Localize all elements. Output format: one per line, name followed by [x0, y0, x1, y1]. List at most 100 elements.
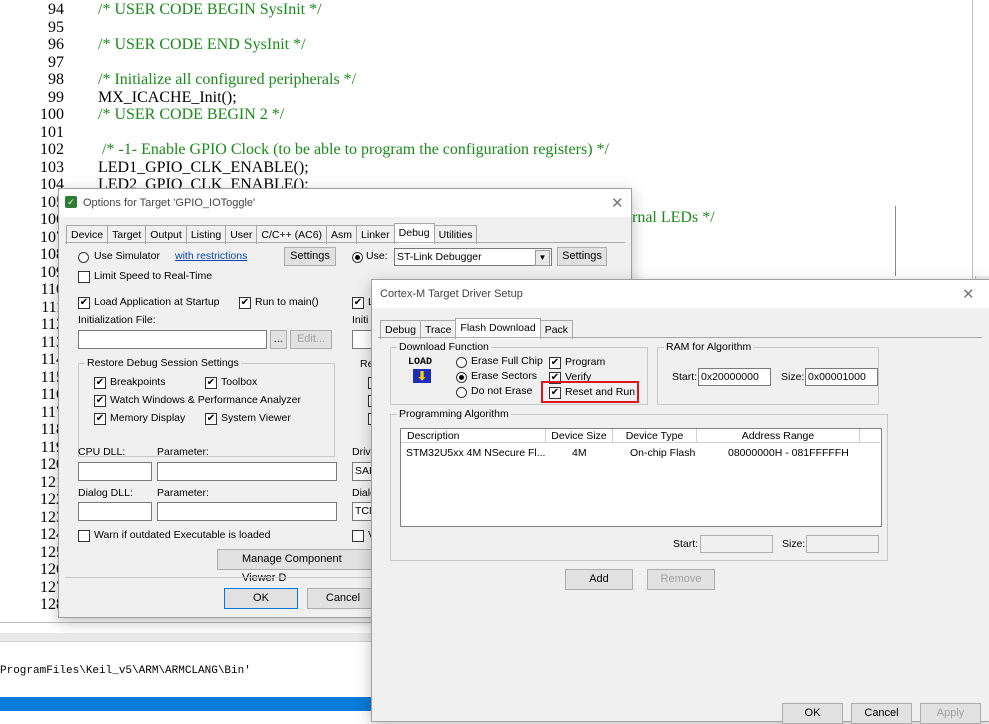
- dialog-parameter-input[interactable]: [157, 502, 337, 521]
- options-tab-debug[interactable]: Debug: [393, 223, 435, 244]
- close-icon[interactable]: ✕: [962, 285, 975, 303]
- erase-full-chip-label: Erase Full Chip: [471, 355, 543, 367]
- cpu-parameter-input[interactable]: [157, 462, 337, 481]
- cpu-dll-label: CPU DLL:: [78, 446, 126, 458]
- line-number: 117: [40, 403, 64, 421]
- download-arrow-icon: ⬇: [413, 369, 431, 383]
- ram-start-label: Start:: [672, 371, 698, 383]
- edit-init-file-button[interactable]: Edit...: [290, 330, 332, 349]
- memory-display-checkbox[interactable]: ✔: [94, 413, 106, 425]
- line-number: 128: [40, 596, 64, 613]
- program-label: Program: [565, 356, 606, 368]
- debugger-settings-button[interactable]: Settings: [557, 247, 607, 266]
- line-number: 100: [40, 106, 64, 123]
- code-line: /* USER CODE END SysInit */: [98, 36, 306, 53]
- code-line: LED1_GPIO_CLK_ENABLE();: [98, 158, 309, 176]
- options-ok-button[interactable]: OK: [224, 588, 298, 609]
- cpu-dll-input[interactable]: [78, 462, 152, 481]
- cortex-dialog-title: Cortex-M Target Driver Setup: [380, 288, 523, 300]
- column-address-range[interactable]: Address Range: [697, 429, 860, 443]
- debugger-select-value: ST-Link Debugger: [397, 251, 482, 263]
- with-restrictions-link[interactable]: with restrictions: [175, 250, 247, 262]
- do-not-erase-label: Do not Erase: [471, 385, 533, 397]
- ram-size-input[interactable]: 0x00001000: [805, 368, 878, 386]
- initialization-file-label: Initialization File:: [78, 314, 156, 326]
- line-number: 102: [40, 141, 64, 158]
- system-viewer-checkbox[interactable]: ✔: [205, 413, 217, 425]
- column-device-size[interactable]: Device Size: [546, 429, 613, 443]
- line-number: 120: [40, 456, 64, 473]
- close-icon[interactable]: ✕: [611, 194, 624, 212]
- line-number: 114: [40, 351, 64, 368]
- options-dialog-titlebar[interactable]: ✓ Options for Target 'GPIO_IOToggle' ✕: [59, 189, 631, 217]
- erase-sectors-label: Erase Sectors: [471, 370, 537, 382]
- use-simulator-radio[interactable]: [78, 252, 89, 263]
- options-dialog-title: Options for Target 'GPIO_IOToggle': [83, 197, 256, 209]
- warn-outdated-checkbox[interactable]: [78, 530, 90, 542]
- cortex-cancel-button[interactable]: Cancel: [851, 703, 912, 724]
- algo-size-label: Size:: [782, 538, 806, 550]
- manage-component-viewer-button[interactable]: Manage Component Viewer D: [217, 549, 377, 584]
- use-debugger-radio[interactable]: [352, 252, 363, 263]
- cortex-dialog-titlebar[interactable]: Cortex-M Target Driver Setup ✕: [372, 280, 989, 308]
- debugger-select[interactable]: ST-Link Debugger ▼: [394, 248, 552, 266]
- run-to-main-checkbox[interactable]: ✔: [239, 297, 251, 309]
- limit-speed-checkbox[interactable]: [78, 271, 90, 283]
- ram-for-algorithm-title: RAM for Algorithm: [664, 341, 754, 353]
- use-simulator-label: Use Simulator: [94, 250, 160, 262]
- output-toolbar: [0, 633, 380, 642]
- load-application-checkbox[interactable]: ✔: [78, 297, 90, 309]
- program-checkbox[interactable]: ✔: [549, 357, 561, 369]
- load-icon: LOAD ⬇: [406, 357, 440, 389]
- line-number: 116: [40, 386, 64, 403]
- column-description[interactable]: Description: [401, 429, 546, 443]
- memory-display-label: Memory Display: [110, 412, 186, 424]
- algo-start-input[interactable]: [700, 535, 773, 553]
- line-number: 110: [40, 281, 64, 298]
- ram-size-label: Size:: [781, 371, 805, 383]
- toolbox-label: Toolbox: [221, 376, 258, 388]
- line-number: 115: [40, 368, 64, 386]
- line-number: 121: [40, 473, 64, 491]
- do-not-erase-radio[interactable]: [456, 387, 467, 398]
- programming-algorithm-table[interactable]: Description Device Size Device Type Addr…: [400, 428, 882, 527]
- line-number: 111: [41, 298, 64, 316]
- line-number: 106: [40, 211, 64, 228]
- erase-sectors-radio[interactable]: [456, 372, 467, 383]
- right-load-app-checkbox[interactable]: ✔: [352, 297, 364, 309]
- ram-start-input[interactable]: 0x20000000: [698, 368, 771, 386]
- remove-algorithm-button[interactable]: Remove: [647, 569, 715, 590]
- row-description: STM32U5xx 4M NSecure Fl...: [406, 447, 546, 459]
- download-function-title: Download Function: [397, 341, 491, 353]
- code-line: MX_ICACHE_Init();: [98, 88, 237, 106]
- right-warn-checkbox[interactable]: [352, 530, 364, 542]
- cortex-apply-button[interactable]: Apply: [920, 703, 981, 724]
- code-line: /* USER CODE BEGIN 2 */: [98, 106, 285, 123]
- dialog-dll-input[interactable]: [78, 502, 152, 521]
- line-number: 124: [40, 526, 64, 543]
- add-algorithm-button[interactable]: Add: [565, 569, 633, 590]
- line-number: 127: [40, 578, 64, 596]
- breakpoints-label: Breakpoints: [110, 376, 166, 388]
- watch-windows-checkbox[interactable]: ✔: [94, 395, 106, 407]
- cortex-ok-button[interactable]: OK: [782, 703, 843, 724]
- algo-size-input[interactable]: [806, 535, 879, 553]
- erase-full-chip-radio[interactable]: [456, 357, 467, 368]
- cortex-tab-flash-download[interactable]: Flash Download: [455, 318, 541, 339]
- line-number: 98: [48, 71, 64, 88]
- dialog-dll-label: Dialog DLL:: [78, 487, 133, 499]
- browse-init-file-button[interactable]: ...: [270, 330, 287, 349]
- column-device-type[interactable]: Device Type: [613, 429, 697, 443]
- line-number: 123: [40, 508, 64, 526]
- line-number: 109: [40, 263, 64, 281]
- options-cancel-button[interactable]: Cancel: [307, 588, 379, 609]
- line-number: 95: [48, 18, 64, 36]
- simulator-settings-button[interactable]: Settings: [284, 247, 336, 266]
- breakpoints-checkbox[interactable]: ✔: [94, 377, 106, 389]
- reset-and-run-highlight: [541, 381, 639, 403]
- line-number: 99: [48, 88, 64, 106]
- toolbox-checkbox[interactable]: ✔: [205, 377, 217, 389]
- line-number: 103: [40, 158, 64, 176]
- initialization-file-input[interactable]: [78, 330, 267, 349]
- right-init-file-label: Initi: [352, 314, 369, 326]
